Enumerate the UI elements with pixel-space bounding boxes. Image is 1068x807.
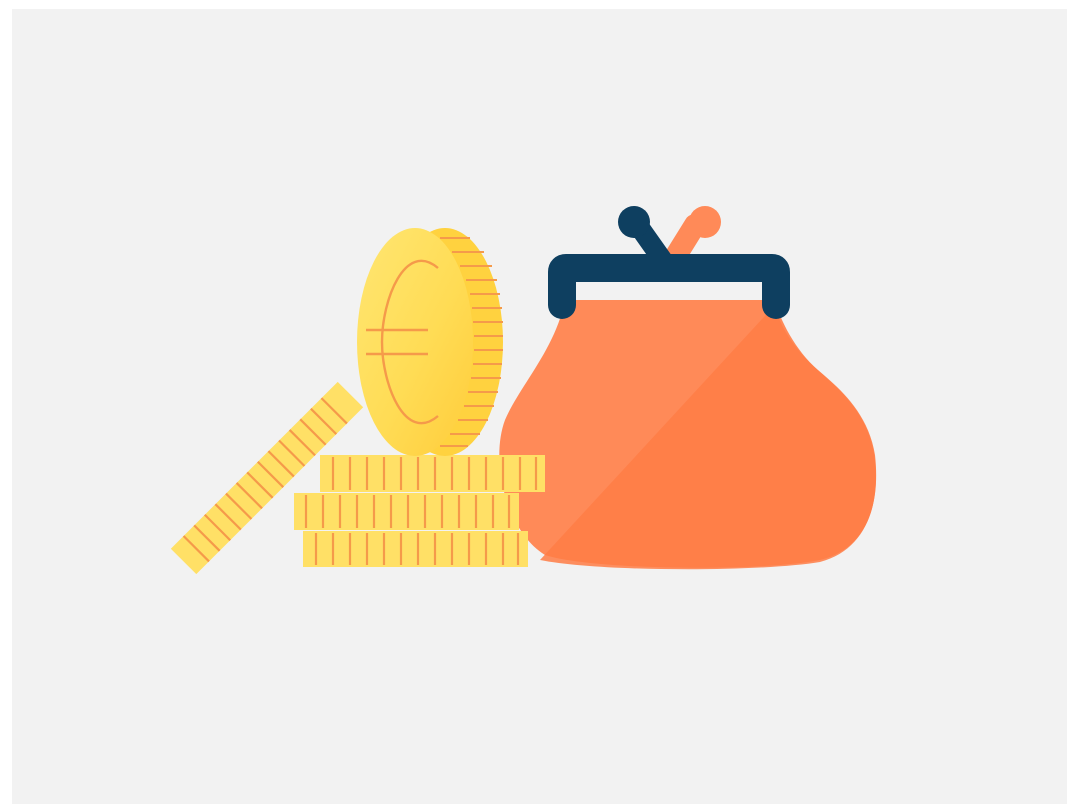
coin-stack-icon — [294, 455, 545, 567]
stack-coin-bottom — [303, 531, 528, 567]
stack-coin-middle — [294, 493, 519, 530]
purse-clasp — [548, 254, 790, 319]
stack-coin-top — [320, 455, 545, 492]
coin-purse-illustration — [170, 206, 877, 575]
clasp-knob-right — [661, 206, 721, 273]
clasp-knob-left — [618, 206, 674, 272]
euro-coin-icon — [357, 228, 503, 456]
illustration-canvas — [12, 9, 1067, 804]
coin-purse-icon — [499, 206, 877, 570]
